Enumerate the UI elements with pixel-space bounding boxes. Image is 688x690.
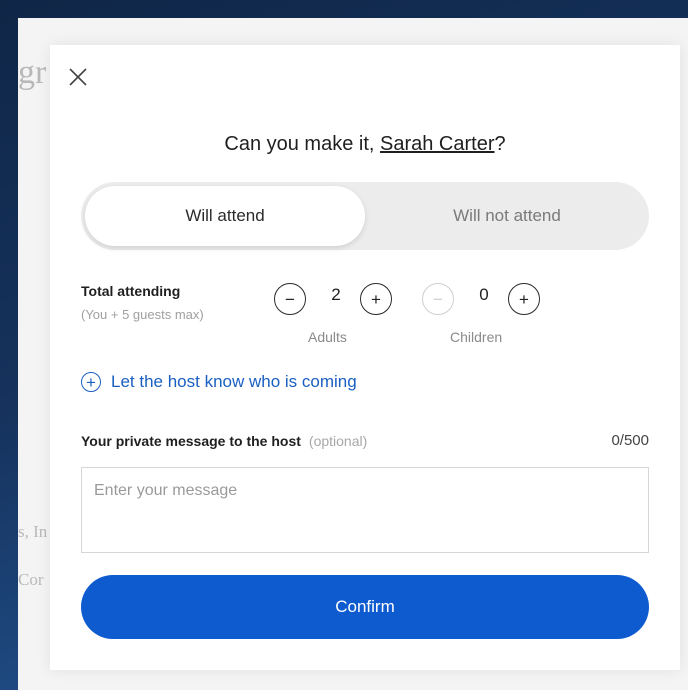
will-not-attend-option[interactable]: Will not attend <box>369 186 645 246</box>
adults-count: 2 <box>331 285 341 304</box>
message-label: Your private message to the host (optiona… <box>81 433 367 449</box>
guest-name-link[interactable]: Sarah Carter <box>380 133 495 155</box>
background-text-fragment: Cor <box>18 570 44 589</box>
background-heading-fragment: gr <box>18 54 47 91</box>
children-increment-button[interactable]: + <box>508 283 540 315</box>
close-icon[interactable] <box>66 65 90 89</box>
rsvp-modal: Can you make it, Sarah Carter? Will atte… <box>50 45 680 670</box>
total-attending-label: Total attending <box>81 283 181 299</box>
add-circle-icon: + <box>81 372 101 392</box>
will-attend-option[interactable]: Will attend <box>85 186 365 246</box>
total-attending-hint: (You + 5 guests max) <box>81 307 204 322</box>
confirm-button[interactable]: Confirm <box>81 575 649 639</box>
background-text-fragment: s, In <box>18 522 48 541</box>
optional-tag: (optional) <box>308 433 368 449</box>
minus-icon: − <box>285 289 295 309</box>
message-character-counter: 0/500 <box>611 432 649 449</box>
title-suffix: ? <box>494 133 506 155</box>
children-label: Children <box>450 329 503 345</box>
children-decrement-button[interactable]: − <box>422 283 454 315</box>
adults-increment-button[interactable]: + <box>360 283 392 315</box>
add-guests-link[interactable]: + Let the host know who is coming <box>81 369 357 395</box>
minus-icon: − <box>433 289 443 309</box>
modal-title: Can you make it, Sarah Carter? <box>50 133 680 156</box>
message-input[interactable] <box>81 467 649 553</box>
message-label-text: Your private message to the host <box>81 433 301 449</box>
close-button[interactable] <box>66 65 90 89</box>
title-prefix: Can you make it, <box>224 133 380 155</box>
plus-icon: + <box>519 289 529 309</box>
plus-icon: + <box>371 289 381 309</box>
adults-decrement-button[interactable]: − <box>274 283 306 315</box>
add-guests-link-text[interactable]: Let the host know who is coming <box>111 372 357 392</box>
adults-label: Adults <box>308 329 347 345</box>
children-count: 0 <box>479 285 489 304</box>
rsvp-toggle: Will attend Will not attend <box>81 182 649 250</box>
